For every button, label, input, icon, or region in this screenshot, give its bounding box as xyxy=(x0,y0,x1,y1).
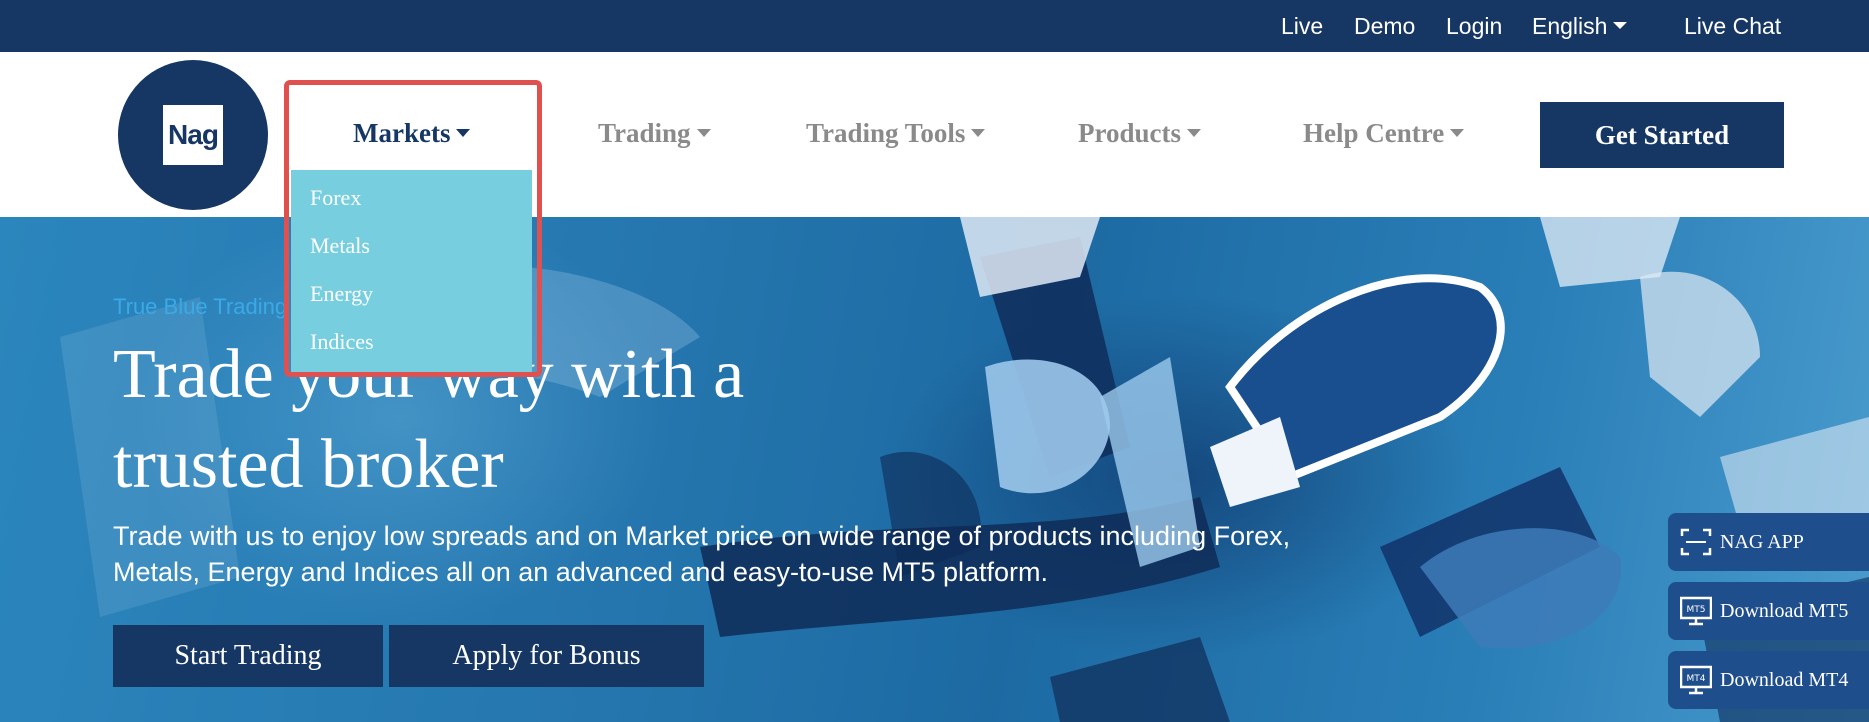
nav-products-label: Products xyxy=(1078,118,1182,148)
language-label: English xyxy=(1532,13,1608,39)
mt4-badge: MT4 xyxy=(1687,674,1706,684)
language-selector[interactable]: English xyxy=(1532,13,1628,39)
hero-subtext: Trade with us to enjoy low spreads and o… xyxy=(113,518,1413,590)
logo-mark: Nag xyxy=(163,105,223,165)
chevron-down-icon xyxy=(456,128,471,137)
dropdown-item-forex[interactable]: Forex xyxy=(310,184,361,212)
download-mt4-label: Download MT4 xyxy=(1720,669,1849,691)
apply-for-bonus-button[interactable]: Apply for Bonus xyxy=(389,625,704,687)
nav-trading-tools-label: Trading Tools xyxy=(806,118,966,148)
live-link[interactable]: Live xyxy=(1281,13,1323,39)
monitor-mt5-icon: MT5 xyxy=(1680,596,1712,626)
hero-headline-line2: trusted broker xyxy=(113,426,504,503)
chevron-down-icon xyxy=(1613,22,1628,30)
nag-app-tab[interactable]: NAG APP xyxy=(1668,513,1869,571)
dropdown-item-energy[interactable]: Energy xyxy=(310,280,373,308)
nav-markets-label: Markets xyxy=(353,118,451,148)
chevron-down-icon xyxy=(1187,128,1202,137)
download-mt5-label: Download MT5 xyxy=(1720,600,1849,622)
nav-trading-tools[interactable]: Trading Tools xyxy=(806,117,986,149)
dropdown-item-indices[interactable]: Indices xyxy=(310,328,374,356)
nav-help-centre[interactable]: Help Centre xyxy=(1303,117,1465,149)
hero-subtext-line1: Trade with us to enjoy low spreads and o… xyxy=(113,521,1291,551)
markets-dropdown: Forex Metals Energy Indices xyxy=(291,170,532,375)
download-mt4-tab[interactable]: MT4 Download MT4 xyxy=(1668,651,1869,709)
logo[interactable]: Nag xyxy=(118,60,268,210)
chevron-down-icon xyxy=(696,128,711,137)
nav-trading-label: Trading xyxy=(598,118,691,148)
hero-headline: Trade your way with a trusted broker xyxy=(113,330,1013,510)
scan-icon xyxy=(1680,528,1712,556)
chevron-down-icon xyxy=(1450,128,1465,137)
live-chat-link[interactable]: Live Chat xyxy=(1684,13,1781,39)
nav-markets[interactable]: Markets xyxy=(353,117,471,149)
hero-subtext-line2: Metals, Energy and Indices all on an adv… xyxy=(113,557,1049,587)
start-trading-button[interactable]: Start Trading xyxy=(113,625,383,687)
nav-trading[interactable]: Trading xyxy=(598,117,711,149)
mt5-badge: MT5 xyxy=(1687,605,1706,615)
nav-help-centre-label: Help Centre xyxy=(1303,118,1445,148)
monitor-mt4-icon: MT4 xyxy=(1680,665,1712,695)
chevron-down-icon xyxy=(971,128,986,137)
top-utility-bar: Live Demo Login English Live Chat xyxy=(0,0,1869,52)
download-mt5-tab[interactable]: MT5 Download MT5 xyxy=(1668,582,1869,640)
login-link[interactable]: Login xyxy=(1446,13,1502,39)
hero-eyebrow: True Blue Trading xyxy=(113,294,288,319)
nag-app-label: NAG APP xyxy=(1720,531,1804,553)
get-started-button[interactable]: Get Started xyxy=(1540,102,1784,168)
demo-link[interactable]: Demo xyxy=(1354,13,1415,39)
dropdown-item-metals[interactable]: Metals xyxy=(310,232,370,260)
main-header: Nag Markets Trading Trading Tools Produc… xyxy=(0,52,1869,217)
nav-products[interactable]: Products xyxy=(1078,117,1202,149)
hero-headline-line1: Trade your way with a xyxy=(113,336,745,413)
